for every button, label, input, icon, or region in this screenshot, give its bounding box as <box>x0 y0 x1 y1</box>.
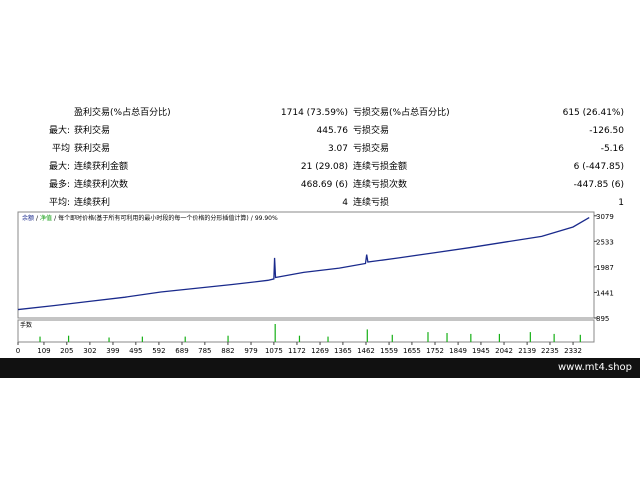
y-tick-label: 1987 <box>596 264 614 272</box>
stat-value: 445.76 <box>316 126 349 136</box>
volume-bar <box>391 334 393 342</box>
x-tick-label: 109 <box>37 347 50 355</box>
x-tick-label: 2235 <box>541 347 559 355</box>
x-tick-label: 785 <box>198 347 211 355</box>
volume-bar <box>446 333 448 342</box>
x-tick-label: 1559 <box>380 347 398 355</box>
x-tick-label: 1172 <box>288 347 306 355</box>
stat-value: 3.07 <box>327 144 348 154</box>
chart-header-model: 每个即时价格(基于所有可利用的最小时段的每一个价格的分形插值计算) <box>58 214 249 222</box>
chart-header-balance: 余额 <box>22 214 34 222</box>
stat-label-loss: 连续亏损金额 <box>353 162 408 172</box>
volume-panel-label: 手数 <box>20 321 32 329</box>
x-tick-label: 1752 <box>426 347 444 355</box>
stat-label-loss: 亏损交易 <box>353 126 390 136</box>
chart-header-quality: 99.90% <box>255 215 278 222</box>
stats-row: 最大: 连续获利金额 21 (29.08) 连续亏损金额 6 (-447.85) <box>0 158 640 176</box>
volume-bar <box>529 332 531 342</box>
stat-prefix: 最大: <box>48 126 70 136</box>
volume-bar <box>39 336 41 342</box>
volume-bar <box>470 333 472 342</box>
chart-header-equity: 净值 <box>40 214 52 222</box>
x-tick-label: 0 <box>16 347 20 355</box>
x-tick-label: 1365 <box>334 347 352 355</box>
x-tick-label: 399 <box>106 347 119 355</box>
y-tick-label: 895 <box>596 315 609 323</box>
x-tick-label: 689 <box>175 347 188 355</box>
stat-label-loss: 亏损交易(%占总百分比) <box>353 108 450 118</box>
main-plot-frame <box>17 211 595 319</box>
stat-label-loss: 亏损交易 <box>353 144 390 154</box>
stat-value-loss: -5.16 <box>600 144 624 154</box>
stat-value-loss: -447.85 (6) <box>573 180 624 190</box>
stat-value: 21 (29.08) <box>300 162 348 172</box>
x-tick-label: 495 <box>129 347 142 355</box>
volume-bar <box>553 333 555 342</box>
chart-header: 余额 / 净值 / 每个即时价格(基于所有可利用的最小时段的每一个价格的分形插值计算) /… <box>22 214 278 222</box>
x-tick-label: 1269 <box>311 347 329 355</box>
stat-label: 获利交易 <box>74 144 111 154</box>
volume-bar <box>108 337 110 342</box>
stat-prefix: 最大: <box>48 162 70 172</box>
x-tick-label: 1462 <box>357 347 375 355</box>
volume-bar <box>498 333 500 342</box>
y-tick-label: 2533 <box>596 238 614 246</box>
x-tick-label: 882 <box>221 347 234 355</box>
stats-row: 平均 获利交易 3.07 亏损交易 -5.16 <box>0 140 640 158</box>
stat-label: 连续获利金额 <box>74 162 129 172</box>
volume-bar <box>274 324 276 342</box>
volume-bar <box>327 336 329 342</box>
x-tick-label: 979 <box>244 347 257 355</box>
stat-label-loss: 连续亏损次数 <box>353 180 408 190</box>
stat-label: 获利交易 <box>74 126 111 136</box>
stat-prefix: 平均 <box>51 144 70 154</box>
volume-bar <box>184 336 186 342</box>
x-tick-label: 2042 <box>495 347 513 355</box>
stat-label: 盈利交易(%占总百分比) <box>74 108 171 118</box>
stat-value-loss: -126.50 <box>589 126 624 136</box>
x-tick-label: 302 <box>83 347 96 355</box>
x-tick-label: 205 <box>60 347 73 355</box>
x-tick-label: 1849 <box>449 347 467 355</box>
stats-row: 最大: 获利交易 445.76 亏损交易 -126.50 <box>0 122 640 140</box>
x-tick-label: 2139 <box>518 347 536 355</box>
volume-bar <box>298 335 301 342</box>
stat-label: 连续获利次数 <box>74 180 129 190</box>
stat-value-loss: 615 (26.41%) <box>562 108 624 118</box>
stat-prefix: 最多: <box>48 180 70 190</box>
stats-row: 最多: 连续获利次数 468.69 (6) 连续亏损次数 -447.85 (6) <box>0 176 640 194</box>
footer-bar: www.mt4.shop <box>0 358 640 378</box>
stats-row: 盈利交易(%占总百分比) 1714 (73.59%) 亏损交易(%占总百分比) 615… <box>0 104 640 122</box>
y-tick-label: 3079 <box>596 213 614 221</box>
chart-panel: 895 1441 1987 2533 3079 0 109 205 302 399 495 592 68… <box>0 210 640 358</box>
volume-bar <box>427 332 429 342</box>
stat-value-loss: 6 (-447.85) <box>573 162 624 172</box>
balance-chart: 895 1441 1987 2533 3079 0 109 205 302 399 495 592 68… <box>16 211 614 355</box>
x-tick-label: 1945 <box>472 347 490 355</box>
stat-value: 1714 (73.59%) <box>280 108 348 118</box>
y-tick-label: 1441 <box>596 289 614 297</box>
volume-bar <box>366 329 368 342</box>
x-tick-label: 1075 <box>265 347 283 355</box>
site-url: www.mt4.shop <box>557 362 632 373</box>
stat-value: 468.69 (6) <box>300 180 348 190</box>
volume-bar <box>141 336 143 342</box>
x-tick-label: 2332 <box>564 347 582 355</box>
x-tick-label: 592 <box>152 347 165 355</box>
volume-bar <box>579 334 581 342</box>
x-tick-label: 1655 <box>403 347 421 355</box>
volume-plot-frame <box>17 319 595 343</box>
volume-bar <box>67 335 70 342</box>
volume-bar <box>227 335 229 342</box>
